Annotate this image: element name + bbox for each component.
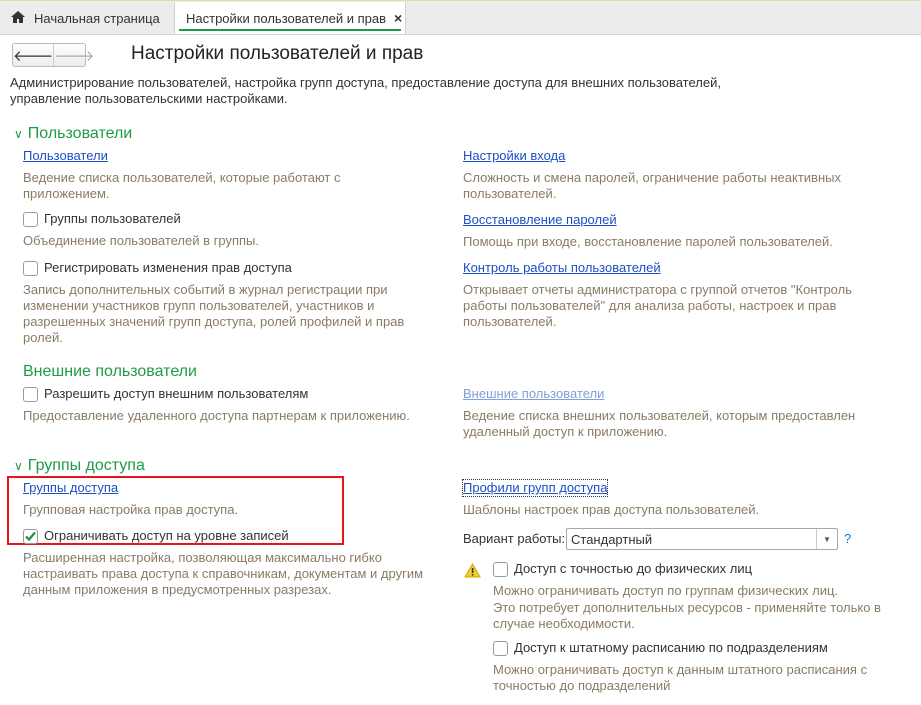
description: точностью до подразделений (493, 678, 671, 693)
description: Ведение списка пользователей, которые ра… (23, 170, 341, 185)
description: Расширенная настройка, позволяющая макси… (23, 550, 382, 565)
external-users-link[interactable]: Внешние пользователи (463, 386, 604, 402)
description: ролей. (23, 330, 63, 345)
checkbox-label: Разрешить доступ внешним пользователям (44, 386, 309, 401)
description: приложением. (23, 186, 110, 201)
description: Можно ограничивать доступ по группам физ… (493, 583, 839, 598)
restrict-records-checkbox[interactable] (23, 529, 38, 544)
description: Ведение списка внешних пользователей, ко… (463, 408, 856, 423)
tab-label: Настройки пользователей и прав (186, 10, 387, 26)
description: данным приложения в предусмотренных разр… (23, 582, 332, 597)
checkbox-label: Доступ к штатному расписанию по подразде… (514, 640, 828, 655)
checkbox-label: Доступ с точностью до физических лиц (514, 561, 753, 576)
checkbox-label: Группы пользователей (44, 211, 181, 226)
description: работы пользователей" для анализа работы… (463, 298, 837, 313)
description: изменении участников групп пользователей… (23, 298, 375, 313)
chevron-down-icon: ∨ (14, 459, 23, 473)
home-icon (11, 10, 25, 26)
persons-access-checkbox[interactable] (493, 562, 508, 577)
tab-user-settings[interactable]: Настройки пользователей и прав × (175, 2, 406, 34)
help-icon[interactable]: ? (844, 531, 851, 547)
access-groups-link[interactable]: Группы доступа (23, 480, 118, 496)
intro-line: управление пользовательскими настройками… (10, 91, 288, 106)
section-external-title: Внешние пользователи (23, 363, 197, 380)
description: Предоставление удаленного доступа партне… (23, 408, 410, 423)
checkbox-label: Ограничивать доступ на уровне записей (44, 528, 289, 543)
description: пользователей. (463, 186, 557, 201)
mode-value: Стандартный (571, 532, 653, 547)
page-title: Настройки пользователей и прав (131, 43, 424, 64)
user-control-link[interactable]: Контроль работы пользователей (463, 260, 661, 276)
tab-home[interactable]: Начальная страница (0, 2, 175, 34)
description: Групповая настройка прав доступа. (23, 502, 239, 517)
user-groups-checkbox[interactable] (23, 212, 38, 227)
description: Можно ограничивать доступ к данным штатн… (493, 662, 868, 677)
description: Помощь при входе, восстановление паролей… (463, 234, 833, 249)
password-recovery-link[interactable]: Восстановление паролей (463, 212, 617, 228)
checkmark-icon (25, 531, 36, 542)
description: удаленный доступ к приложению. (463, 424, 668, 439)
users-link[interactable]: Пользователи (23, 148, 108, 164)
checkbox-label: Регистрировать изменения прав доступа (44, 260, 292, 275)
section-title: Пользователи (27, 125, 133, 142)
mode-select[interactable]: Стандартный ▼ (566, 528, 838, 550)
chevron-down-icon: ∨ (14, 127, 23, 141)
warning-icon (464, 562, 481, 582)
section-title: Группы доступа (27, 457, 145, 474)
description: случае необходимости. (493, 616, 635, 631)
login-settings-link[interactable]: Настройки входа (463, 148, 565, 164)
description: пользователей. (463, 314, 557, 329)
dropdown-arrow-icon[interactable]: ▼ (816, 529, 837, 549)
staff-schedule-checkbox[interactable] (493, 641, 508, 656)
description: Шаблоны настроек прав доступа пользовате… (463, 502, 760, 517)
intro-line: Администрирование пользователей, настрой… (10, 75, 721, 90)
description: Сложность и смена паролей, ограничение р… (463, 170, 841, 185)
close-icon[interactable]: × (394, 10, 402, 26)
mode-label: Вариант работы: (463, 531, 566, 546)
back-button[interactable]: 🡐 (13, 44, 55, 66)
description: Это потребует дополнительных ресурсов - … (493, 600, 881, 615)
profiles-link[interactable]: Профили групп доступа (461, 479, 609, 497)
section-access-header[interactable]: ∨ Группы доступа (14, 457, 145, 475)
tab-bar: Начальная страница Настройки пользовател… (0, 0, 921, 35)
description: разрешенных значений групп доступа, роле… (23, 314, 405, 329)
section-users-header[interactable]: ∨ Пользователи (14, 125, 132, 143)
tab-label: Начальная страница (34, 10, 160, 26)
allow-external-checkbox[interactable] (23, 387, 38, 402)
description: Объединение пользователей в группы. (23, 233, 259, 248)
description: настраивать права доступа к справочникам… (23, 566, 424, 581)
nav-buttons: 🡐 🡒 (12, 43, 94, 67)
description: Запись дополнительных событий в журнал р… (23, 282, 388, 297)
forward-button[interactable]: 🡒 (54, 44, 94, 66)
description: Открывает отчеты администратора с группо… (463, 282, 852, 297)
log-rights-changes-checkbox[interactable] (23, 261, 38, 276)
